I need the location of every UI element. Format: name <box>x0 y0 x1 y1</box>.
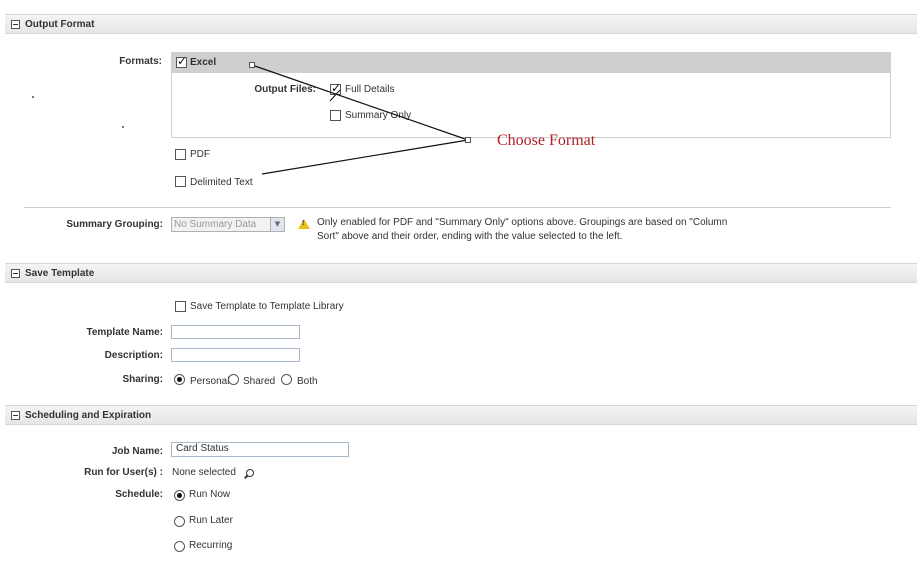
callout-line-delimited <box>261 139 469 175</box>
warning-icon: ! <box>298 219 310 229</box>
summary-grouping-value: No Summary Data <box>174 219 257 230</box>
dropdown-arrow-icon[interactable]: ▼ <box>270 218 284 231</box>
template-name-label: Template Name: <box>86 327 163 338</box>
save-template-header[interactable]: Save Template <box>5 263 917 283</box>
summary-grouping-note-line1: Only enabled for PDF and "Summary Only" … <box>317 217 728 228</box>
save-template-checkbox-label: Save Template to Template Library <box>190 301 344 312</box>
divider <box>24 207 891 208</box>
description-label: Description: <box>104 350 163 361</box>
sharing-shared-radio[interactable] <box>228 374 239 385</box>
choose-format-callout: Choose Format <box>497 132 596 149</box>
save-template-checkbox[interactable] <box>175 301 186 312</box>
callout-line-excel <box>251 64 469 141</box>
description-input[interactable] <box>171 348 300 362</box>
schedule-label: Schedule: <box>115 489 163 500</box>
sharing-both-radio[interactable] <box>281 374 292 385</box>
sharing-label: Sharing: <box>122 374 163 385</box>
sharing-shared-label: Shared <box>243 376 276 387</box>
save-template-title: Save Template <box>25 267 95 279</box>
recurring-radio[interactable] <box>174 541 185 552</box>
summary-grouping-label: Summary Grouping: <box>66 219 163 230</box>
run-now-radio[interactable] <box>174 490 185 501</box>
search-icon[interactable] <box>246 469 254 477</box>
summary-grouping-select[interactable]: No Summary Data ▼ <box>171 217 285 232</box>
scheduling-title: Scheduling and Expiration <box>25 409 152 421</box>
run-later-radio[interactable] <box>174 516 185 527</box>
template-name-input[interactable] <box>171 325 300 339</box>
collapse-icon[interactable] <box>11 268 20 278</box>
sharing-personal-label: Personal <box>190 376 230 387</box>
summary-grouping-note-line2: Sort" above and their order, ending with… <box>317 231 623 242</box>
callout-handle[interactable] <box>249 62 255 68</box>
collapse-icon[interactable] <box>11 410 20 420</box>
job-name-label: Job Name: <box>111 446 163 457</box>
sharing-personal-radio[interactable] <box>174 374 185 385</box>
callout-handle[interactable] <box>465 137 471 143</box>
run-for-users-value: None selected <box>172 467 236 478</box>
scheduling-header[interactable]: Scheduling and Expiration <box>5 405 917 425</box>
job-name-input[interactable]: Card Status <box>171 442 349 457</box>
run-later-label: Run Later <box>189 515 233 526</box>
run-for-users-label: Run for User(s) : <box>84 467 163 478</box>
recurring-label: Recurring <box>189 540 233 551</box>
run-now-label: Run Now <box>189 489 231 500</box>
sharing-both-label: Both <box>297 376 318 387</box>
